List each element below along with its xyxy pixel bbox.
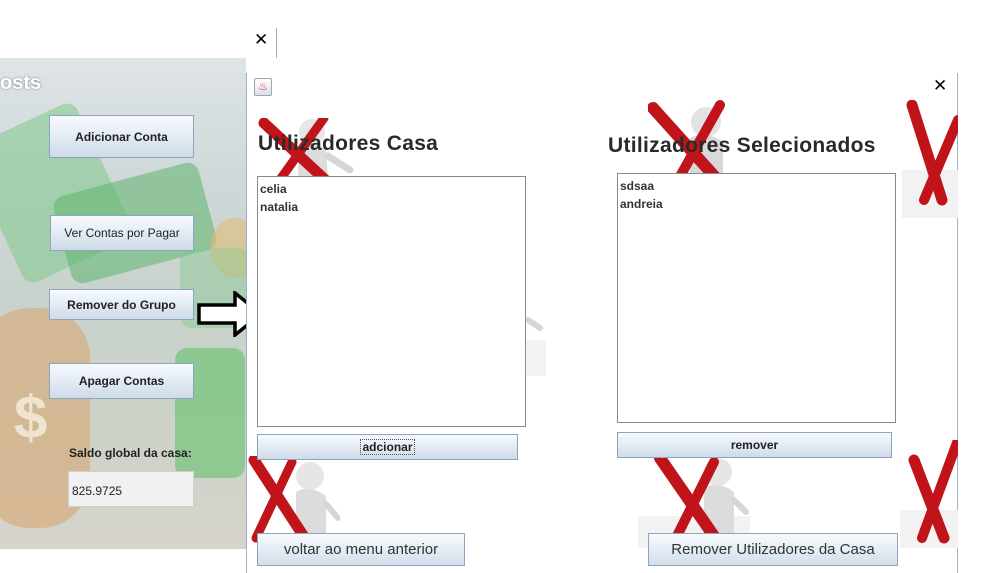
list-item[interactable]: celia (260, 180, 523, 198)
list-item[interactable]: sdsaa (620, 177, 893, 195)
remover-do-grupo-button[interactable]: Remover do Grupo (49, 289, 194, 320)
remover-utilizadores-casa-button[interactable]: Remover Utilizadores da Casa (648, 533, 898, 566)
list-item[interactable]: natalia (260, 198, 523, 216)
saldo-field[interactable]: 825.9725 (68, 471, 194, 507)
voltar-menu-button[interactable]: voltar ao menu anterior (257, 533, 465, 566)
adicionar-button[interactable]: adcionar (257, 434, 518, 460)
figure-with-red-x-icon (900, 440, 958, 548)
figure-arm-icon (526, 317, 546, 376)
front-window-close-icon[interactable]: ✕ (933, 78, 949, 95)
adicionar-conta-button[interactable]: Adicionar Conta (49, 115, 194, 158)
dollar-sign-icon: $ (14, 384, 48, 451)
java-app-icon[interactable]: ♨ (254, 78, 272, 96)
utilizadores-selecionados-heading: Utilizadores Selecionados (608, 134, 876, 157)
back-window-border (276, 28, 277, 58)
remover-button[interactable]: remover (617, 432, 892, 458)
back-window-close-icon[interactable]: ✕ (254, 32, 270, 49)
list-item[interactable]: andreia (620, 195, 893, 213)
front-window-border (246, 73, 247, 573)
saldo-label: Saldo global da casa: (69, 446, 192, 460)
utilizadores-selecionados-list[interactable]: sdsaa andreia (617, 173, 896, 423)
utilizadores-casa-list[interactable]: celia natalia (257, 176, 526, 427)
adicionar-button-label: adcionar (360, 439, 415, 455)
figure-with-red-x-icon (902, 100, 958, 218)
ver-contas-button[interactable]: Ver Contas por Pagar (50, 215, 194, 251)
apagar-contas-button[interactable]: Apagar Contas (49, 363, 194, 399)
back-window-title: osts (0, 72, 42, 94)
utilizadores-casa-heading: Utilizadores Casa (258, 132, 439, 155)
